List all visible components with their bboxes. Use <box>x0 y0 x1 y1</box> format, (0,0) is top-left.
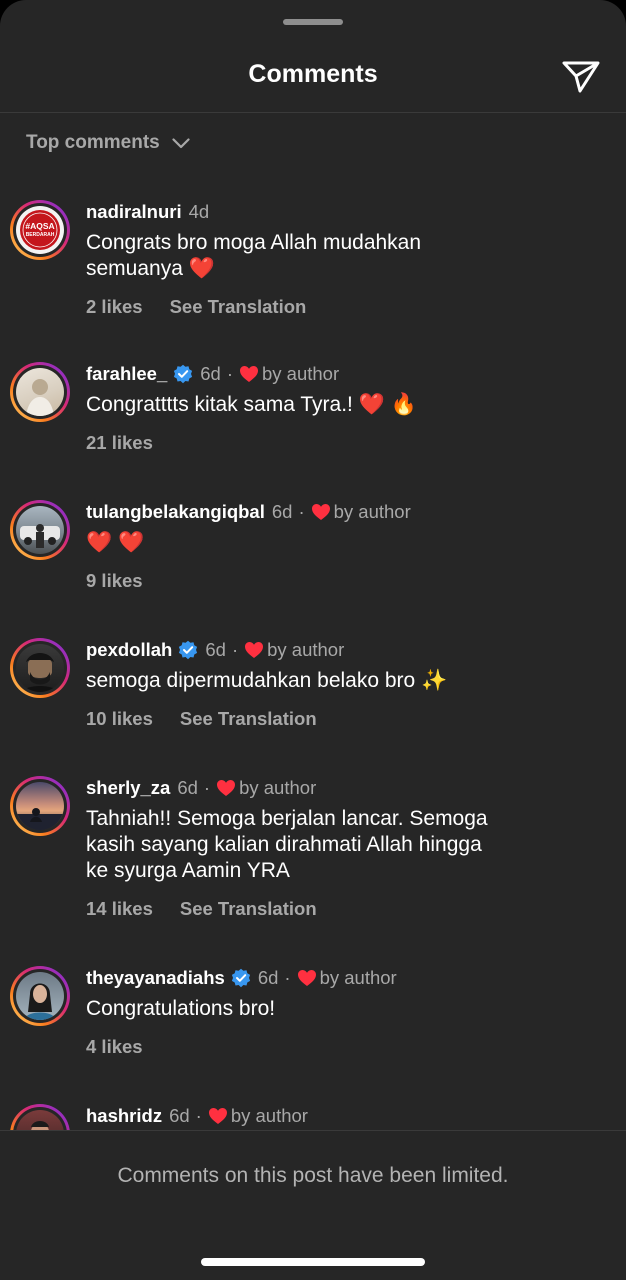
comment-time: 6d <box>205 639 226 660</box>
comment-text: Congratulations bro! <box>86 997 276 1020</box>
avatar[interactable] <box>10 1104 70 1130</box>
see-translation-link[interactable]: See Translation <box>180 708 317 730</box>
comment-time: 6d <box>257 967 279 988</box>
liked-by-author-label: by author <box>230 1105 308 1126</box>
heart-icon <box>311 504 330 520</box>
comment-username[interactable]: hashridz <box>86 1105 162 1127</box>
verified-badge-icon <box>179 640 198 660</box>
comment-time: 6d <box>177 777 198 798</box>
comment-text: semoga dipermudahkan belako bro ✨ <box>86 669 448 692</box>
heart-icon <box>245 642 264 658</box>
liked-by-author-label: by author <box>239 777 317 798</box>
verified-badge-icon <box>174 364 193 384</box>
comment-username[interactable]: pexdollah <box>86 639 172 661</box>
liked-by-author-label: by author <box>319 967 397 988</box>
heart-icon <box>240 366 258 382</box>
avatar-photo <box>20 524 60 548</box>
verified-badge-icon <box>231 968 250 988</box>
avatar-photo <box>16 808 64 830</box>
avatar-badge-image: #AQSA BERDARAH <box>20 210 60 250</box>
liked-by-author-label: by author <box>262 363 340 384</box>
avatar[interactable] <box>10 362 70 422</box>
comment-time: 6d <box>271 501 293 522</box>
comment-text: Tahniah!! Semoga berjalan lancar. Semoga… <box>86 807 488 882</box>
comment-username[interactable]: tulangbelakangiqbal <box>86 501 265 523</box>
badge-line-2: BERDARAH <box>26 232 55 238</box>
comment-time: 6d <box>169 1105 190 1126</box>
heart-icon <box>217 780 236 796</box>
comment-username[interactable]: theyayanadiahs <box>86 967 225 989</box>
see-translation-link[interactable]: See Translation <box>170 296 307 318</box>
comment-time: 6d <box>200 363 221 384</box>
avatar[interactable] <box>10 776 70 836</box>
likes-count[interactable]: 9 likes <box>86 570 143 592</box>
avatar-photo <box>22 653 58 692</box>
liked-by-author-label: by author <box>267 639 345 660</box>
heart-icon <box>297 970 316 986</box>
comment-username[interactable]: nadiralnuri <box>86 201 182 223</box>
comment-time: 4d <box>188 201 210 222</box>
comments-limited-notice: Comments on this post have been limited. <box>117 1164 509 1187</box>
comments-sheet: Comments Top comments #AQSA BERDARAH nad… <box>0 0 626 1280</box>
comment-text: ❤️ ❤️ <box>86 531 145 554</box>
avatar[interactable] <box>10 966 70 1026</box>
home-indicator[interactable] <box>201 1258 425 1266</box>
liked-by-author-label: by author <box>333 501 411 522</box>
comment-username[interactable]: sherly_za <box>86 777 170 799</box>
see-translation-link[interactable]: See Translation <box>180 898 317 920</box>
heart-icon <box>208 1108 227 1124</box>
comment-text: Congratttts kitak sama Tyra.! ❤️ 🔥 <box>86 393 417 416</box>
likes-count[interactable]: 10 likes <box>86 708 153 730</box>
comment-text: Congrats bro moga Allah mudahkan semuany… <box>86 231 422 280</box>
likes-count[interactable]: 14 likes <box>86 898 153 920</box>
badge-line-1: #AQSA <box>25 221 54 231</box>
likes-count[interactable]: 4 likes <box>86 1036 143 1058</box>
likes-count[interactable]: 2 likes <box>86 296 143 318</box>
footer-divider <box>0 1130 626 1131</box>
comments-list[interactable]: #AQSA BERDARAH nadiralnuri 4d Congrats b… <box>0 0 626 1130</box>
comment-username[interactable]: farahlee_ <box>86 363 167 385</box>
avatar-photo <box>26 379 54 416</box>
avatar-photo <box>31 1121 49 1130</box>
avatar[interactable] <box>10 500 70 560</box>
likes-count[interactable]: 21 likes <box>86 432 153 454</box>
avatar[interactable] <box>10 638 70 698</box>
avatar-photo <box>24 983 56 1020</box>
avatar[interactable]: #AQSA BERDARAH <box>10 200 70 260</box>
